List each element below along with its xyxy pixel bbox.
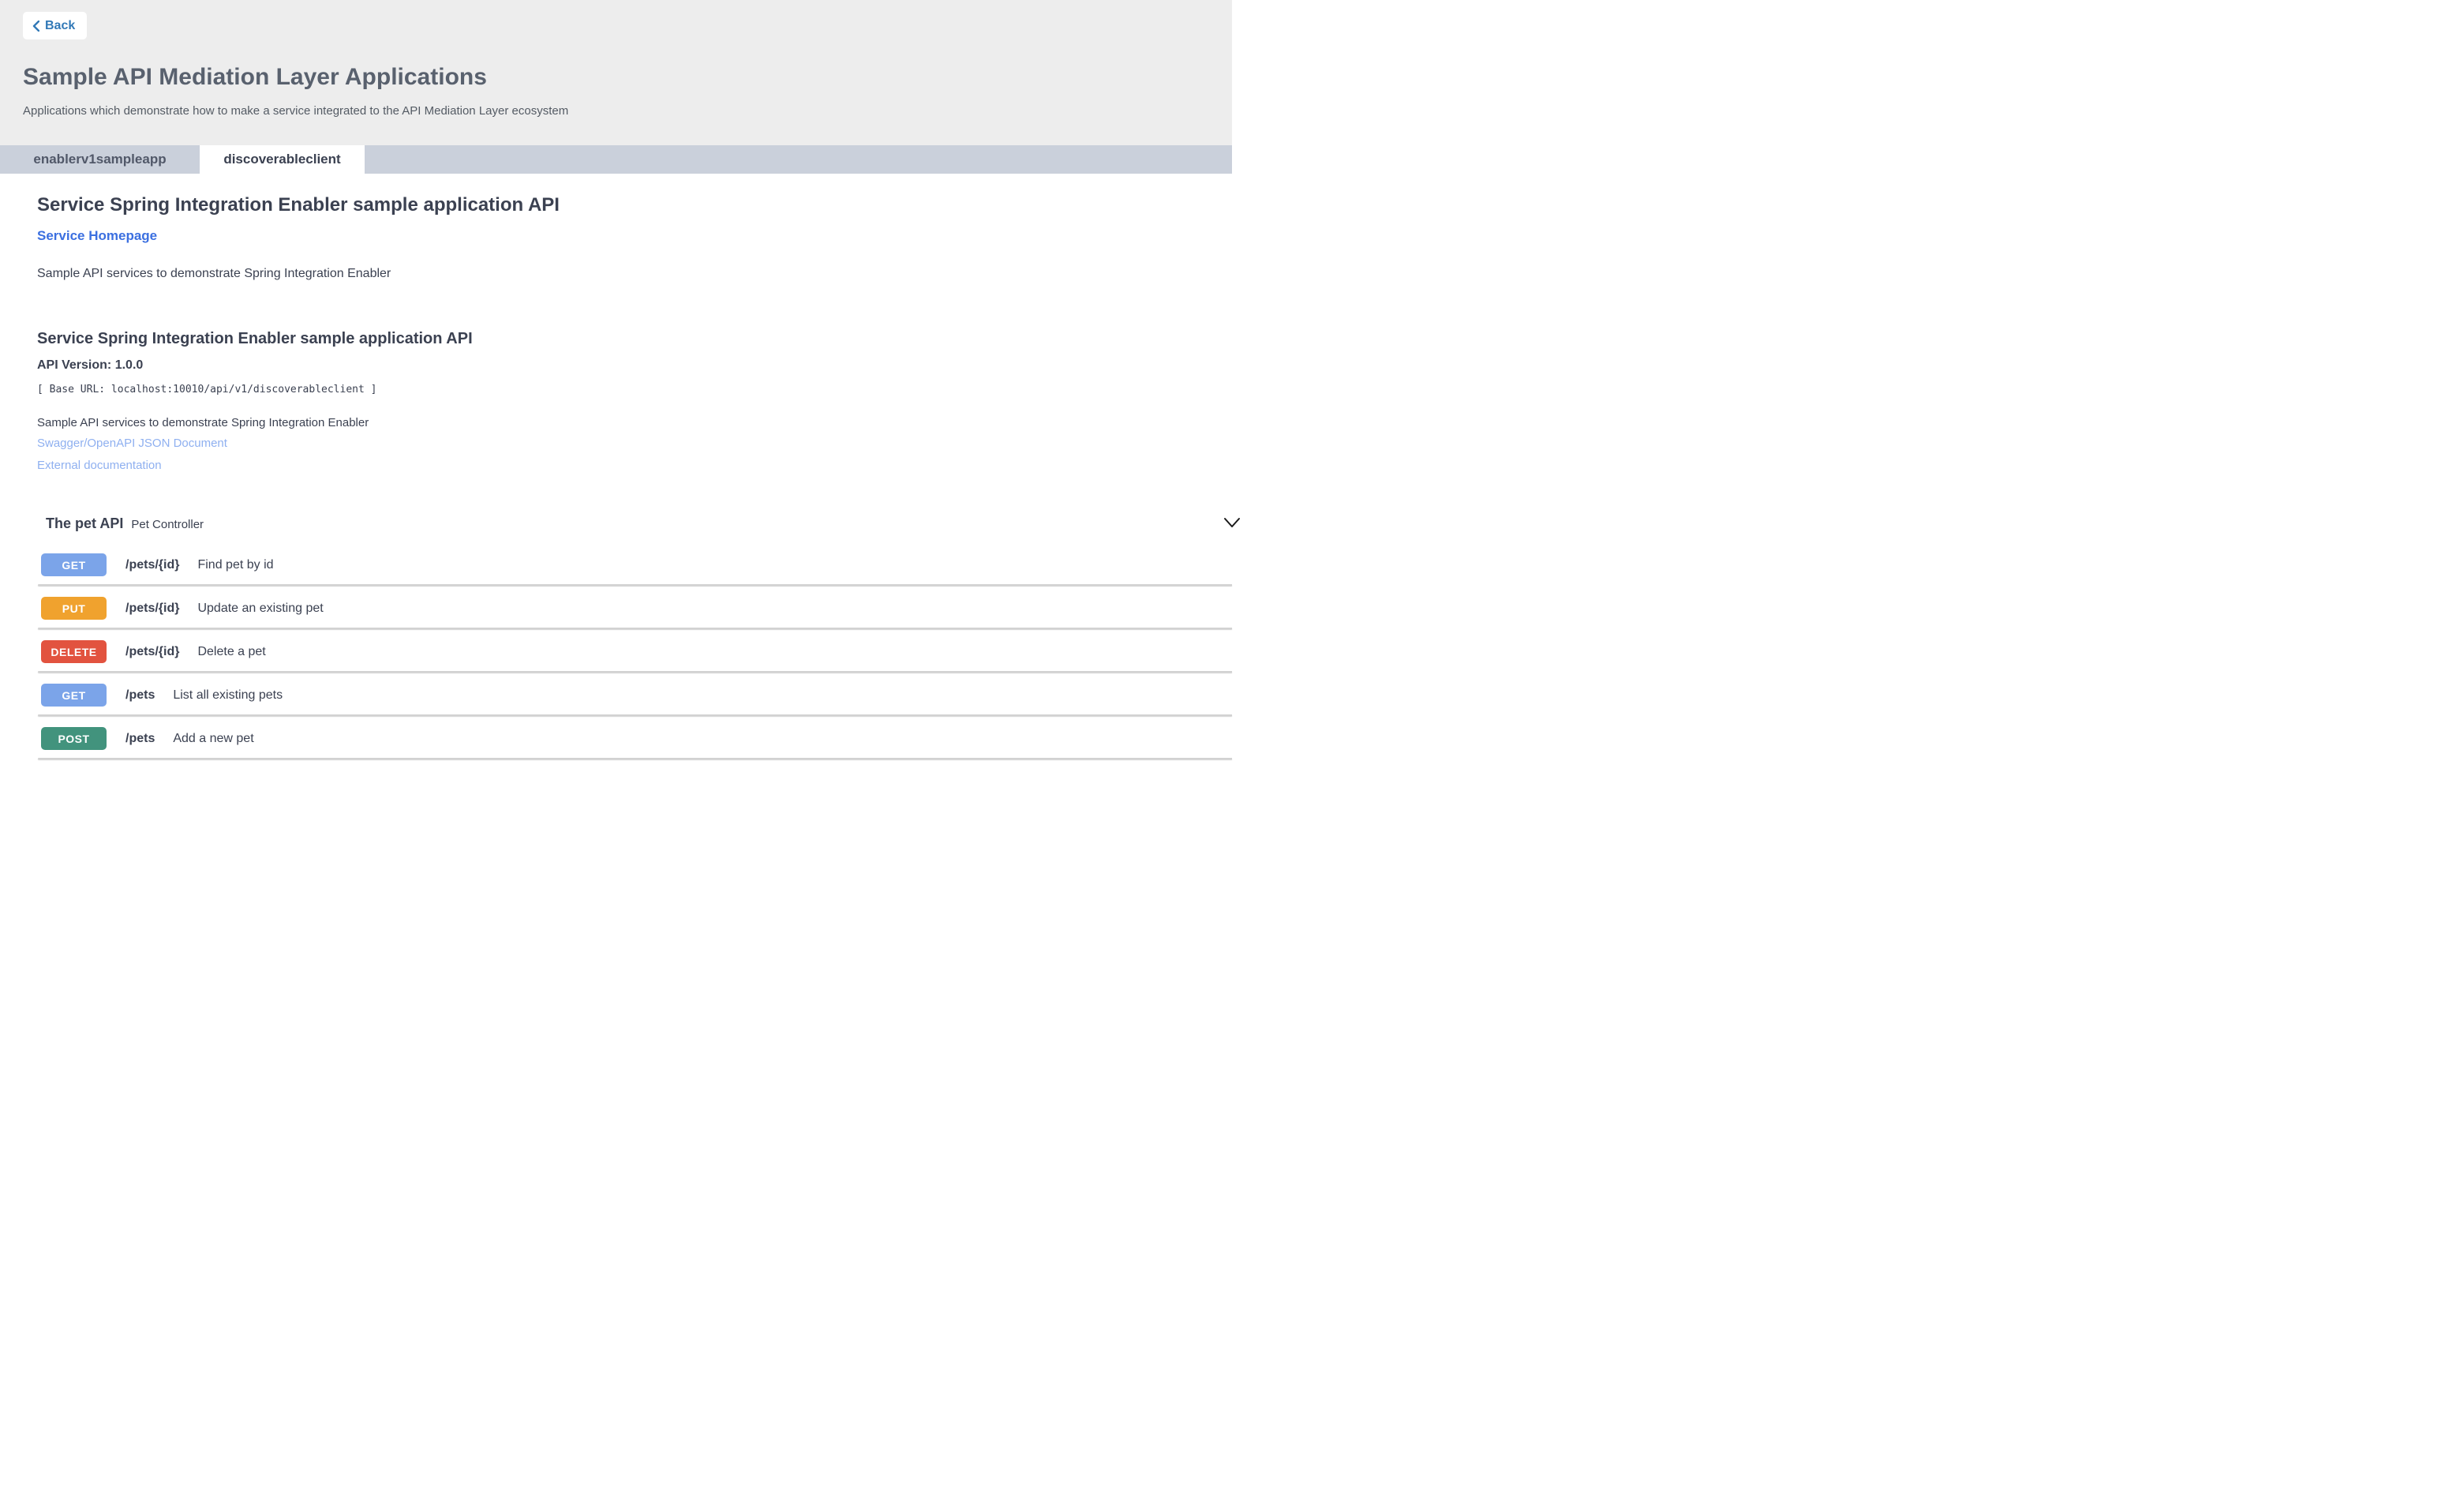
endpoint-row-delete-pets-id[interactable]: DELETE /pets/{id} Delete a pet: [0, 630, 1232, 673]
page-subtitle: Applications which demonstrate how to ma…: [23, 104, 1232, 118]
chevron-down-icon[interactable]: [1223, 514, 1241, 531]
service-homepage-link[interactable]: Service Homepage: [37, 228, 157, 244]
endpoint-path: /pets: [125, 732, 155, 746]
api-version: API Version: 1.0.0: [37, 358, 1232, 373]
apidoc-title: Service Spring Integration Enabler sampl…: [37, 330, 1232, 348]
tab-label: discoverableclient: [223, 152, 340, 167]
endpoint-summary: Update an existing pet: [197, 602, 323, 616]
swagger-json-link[interactable]: Swagger/OpenAPI JSON Document: [37, 437, 1232, 451]
apidoc-description: Sample API services to demonstrate Sprin…: [37, 416, 1232, 429]
endpoint-row-post-pets[interactable]: POST /pets Add a new pet: [0, 717, 1232, 760]
method-badge: DELETE: [41, 640, 107, 663]
endpoint-row-put-pets-id[interactable]: PUT /pets/{id} Update an existing pet: [0, 587, 1232, 630]
endpoint-summary: Find pet by id: [197, 558, 273, 572]
endpoint-path: /pets/{id}: [125, 602, 179, 616]
endpoint-summary: List all existing pets: [173, 688, 283, 703]
method-badge: GET: [41, 553, 107, 576]
row-divider: [38, 714, 1232, 716]
endpoint-path: /pets: [125, 688, 155, 703]
page-title: Sample API Mediation Layer Applications: [23, 64, 1232, 91]
endpoint-summary: Add a new pet: [173, 732, 253, 746]
pet-api-subtitle: Pet Controller: [131, 518, 204, 531]
tab-discoverableclient[interactable]: discoverableclient: [200, 145, 365, 174]
method-badge: PUT: [41, 597, 107, 620]
row-divider: [38, 584, 1232, 586]
endpoint-summary: Delete a pet: [197, 645, 265, 659]
back-button-label: Back: [45, 19, 75, 33]
row-divider: [38, 628, 1232, 629]
endpoint-row-get-pets[interactable]: GET /pets List all existing pets: [0, 673, 1232, 717]
row-divider: [38, 758, 1232, 759]
endpoint-row-get-pets-id[interactable]: GET /pets/{id} Find pet by id: [0, 543, 1232, 587]
base-url: [ Base URL: localhost:10010/api/v1/disco…: [37, 384, 1232, 395]
tab-label: enablerv1sampleapp: [33, 152, 166, 167]
method-badge: GET: [41, 684, 107, 707]
back-button[interactable]: Back: [23, 12, 87, 39]
tab-bar: enablerv1sampleapp discoverableclient: [0, 145, 1232, 174]
endpoint-list: GET /pets/{id} Find pet by id PUT /pets/…: [0, 543, 1232, 760]
endpoint-path: /pets/{id}: [125, 558, 179, 572]
endpoint-path: /pets/{id}: [125, 645, 179, 659]
content-panel: Service Spring Integration Enabler sampl…: [0, 194, 1232, 760]
service-title: Service Spring Integration Enabler sampl…: [37, 194, 1232, 216]
pet-api-title: The pet API: [46, 515, 123, 532]
tab-enablerv1sampleapp[interactable]: enablerv1sampleapp: [0, 145, 200, 174]
row-divider: [38, 671, 1232, 673]
chevron-left-icon: [32, 21, 39, 32]
external-documentation-link[interactable]: External documentation: [37, 459, 1232, 473]
method-badge: POST: [41, 727, 107, 750]
service-description: Sample API services to demonstrate Sprin…: [37, 267, 1232, 281]
pet-api-section: The pet API Pet Controller GET /pets/{id…: [0, 515, 1232, 760]
pet-api-header: The pet API Pet Controller: [46, 515, 1232, 532]
app-header: Back Sample API Mediation Layer Applicat…: [0, 0, 1232, 145]
